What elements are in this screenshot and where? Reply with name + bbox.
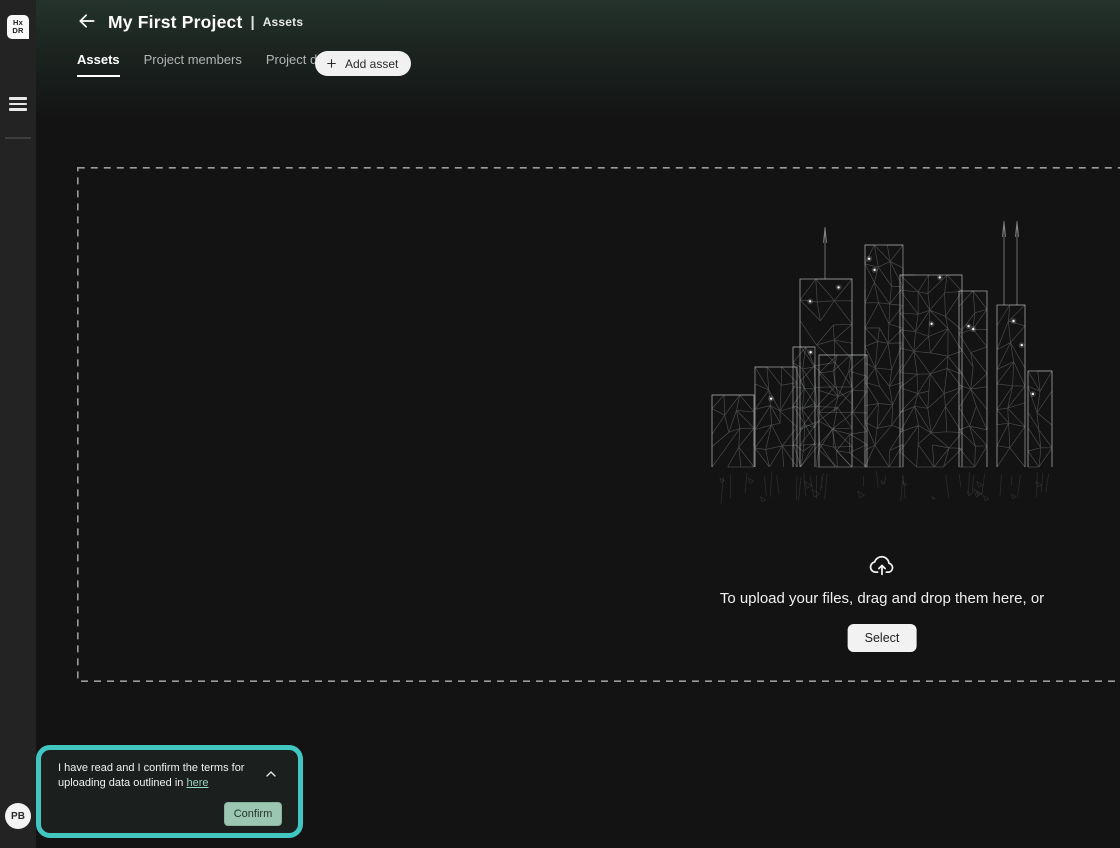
terms-link[interactable]: here xyxy=(186,777,208,789)
back-button[interactable] xyxy=(75,11,99,35)
collapse-toast-button[interactable] xyxy=(262,766,280,784)
wireframe-city-illustration xyxy=(697,217,1067,517)
sidebar-divider xyxy=(5,137,31,139)
tab-assets[interactable]: Assets xyxy=(77,52,120,77)
title-separator: | xyxy=(250,14,254,31)
upload-instruction: To upload your files, drag and drop them… xyxy=(720,590,1044,607)
consent-text-body: I have read and I confirm the terms for … xyxy=(58,762,244,789)
consent-text: I have read and I confirm the terms for … xyxy=(58,761,256,791)
page-title: My First Project xyxy=(108,12,242,33)
cloud-upload-icon xyxy=(867,552,897,584)
file-dropzone[interactable]: To upload your files, drag and drop them… xyxy=(77,167,1120,682)
logo-text-line2: DR xyxy=(12,27,23,35)
select-files-button[interactable]: Select xyxy=(848,624,917,652)
tab-project-members[interactable]: Project members xyxy=(144,52,242,77)
add-asset-button[interactable]: Add asset xyxy=(315,51,411,76)
tab-bar: Assets Project members Project details xyxy=(77,52,348,77)
plus-icon xyxy=(325,57,338,70)
page-subtitle: Assets xyxy=(263,15,304,29)
breadcrumb: My First Project | Assets xyxy=(108,9,303,35)
back-arrow-icon xyxy=(77,11,97,36)
menu-icon[interactable] xyxy=(9,95,27,113)
user-avatar[interactable]: PB xyxy=(5,803,31,829)
upload-terms-toast: I have read and I confirm the terms for … xyxy=(36,745,303,838)
hxdr-logo[interactable]: Hx DR xyxy=(7,15,29,39)
add-asset-label: Add asset xyxy=(345,57,398,71)
chevron-up-icon xyxy=(263,766,279,785)
confirm-terms-button[interactable]: Confirm xyxy=(224,802,282,826)
sidebar: Hx DR PB xyxy=(0,0,36,848)
app-window: Hx DR PB My First Project | Assets Asset… xyxy=(0,0,1120,848)
